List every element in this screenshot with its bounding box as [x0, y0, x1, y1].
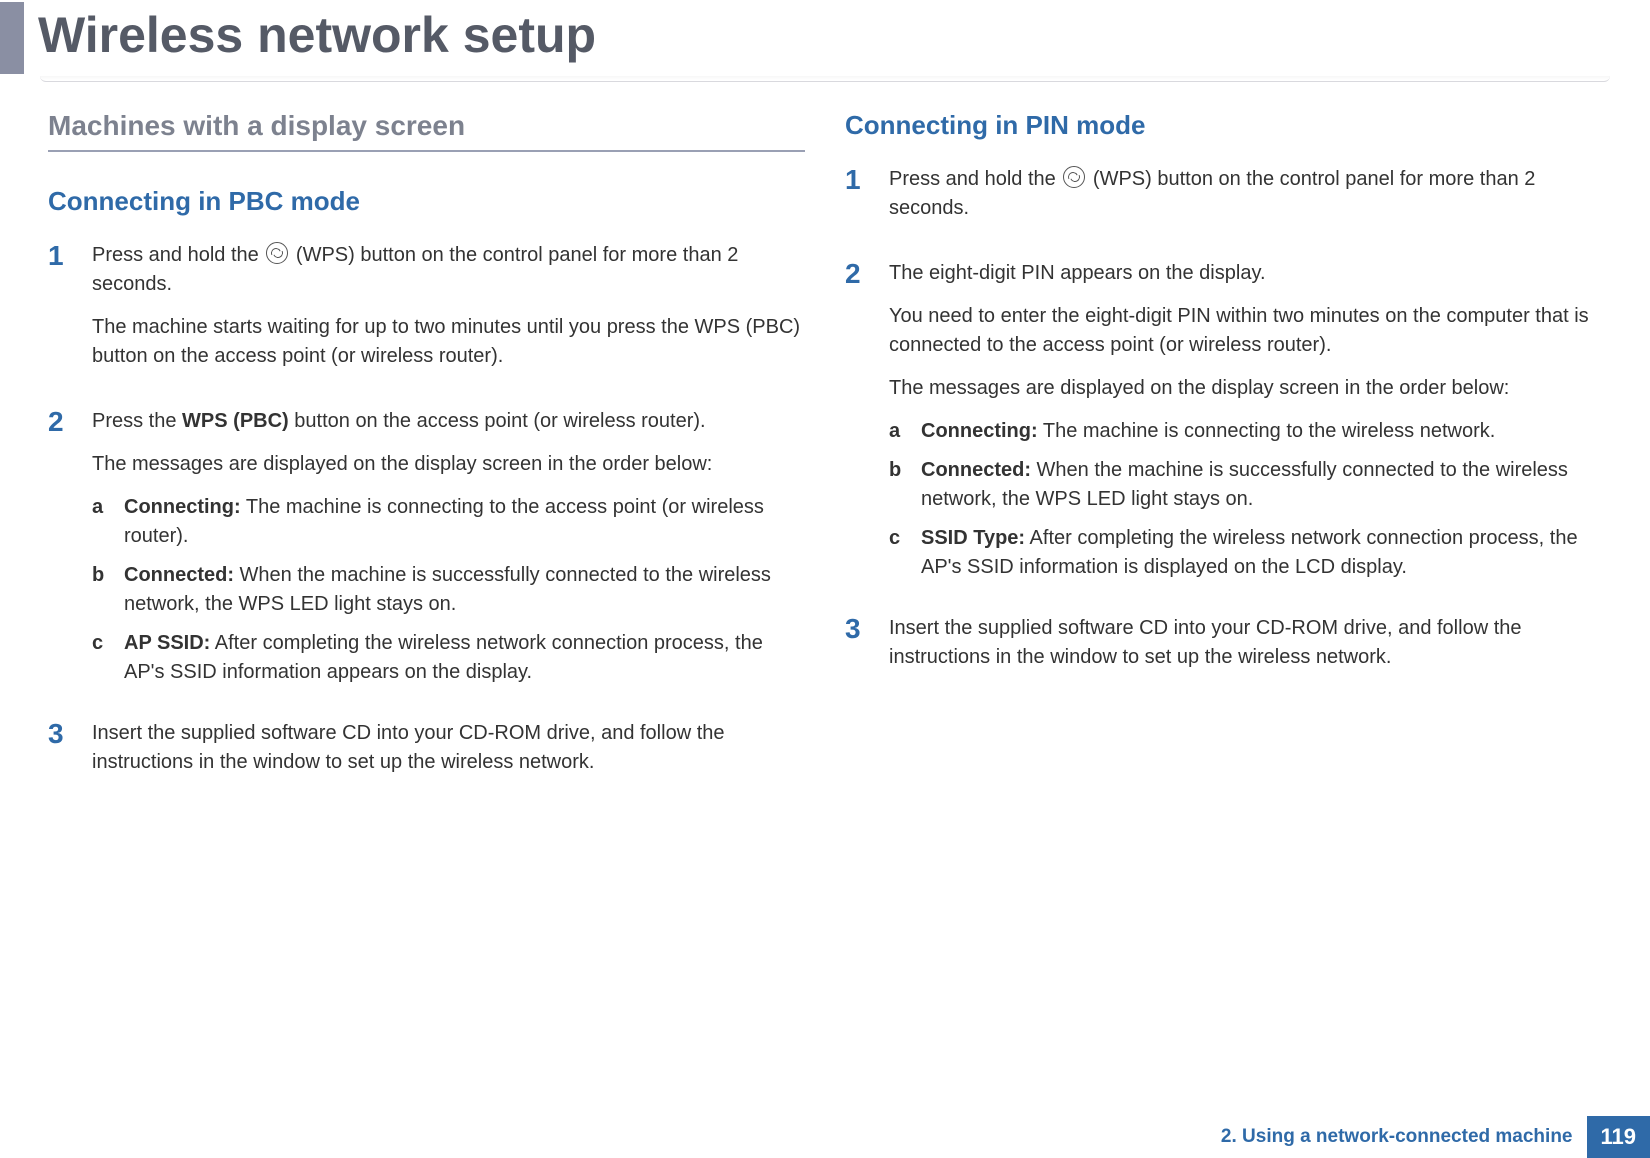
step-item: 1 Press and hold the (WPS) button on the… [48, 241, 805, 385]
page-title: Wireless network setup [24, 0, 596, 76]
sub-text: Connecting: The machine is connecting to… [124, 493, 805, 551]
document-page: Wireless network setup Machines with a d… [0, 0, 1650, 1158]
footer-chapter: 2. Using a network-connected machine [1221, 1116, 1587, 1158]
sub-text: Connecting: The machine is connecting to… [921, 417, 1602, 446]
sub-label: a [889, 417, 921, 446]
step-item: 3 Insert the supplied software CD into y… [48, 719, 805, 791]
sub-text: AP SSID: After completing the wireless n… [124, 629, 805, 687]
term: AP SSID: [124, 632, 210, 654]
section-heading: Machines with a display screen [48, 110, 805, 152]
header-accent-tab [0, 2, 24, 74]
step-body: Insert the supplied software CD into you… [889, 614, 1602, 686]
right-column: Connecting in PIN mode 1 Press and hold … [845, 110, 1602, 1158]
content-columns: Machines with a display screen Connectin… [0, 82, 1650, 1158]
left-column: Machines with a display screen Connectin… [48, 110, 805, 1158]
step-text: The messages are displayed on the displa… [889, 374, 1602, 403]
sub-label: b [92, 561, 124, 619]
step-number: 2 [48, 407, 92, 697]
bold-text: WPS (PBC) [182, 410, 289, 432]
text-fragment: Press and hold the [92, 244, 264, 266]
sub-label: c [92, 629, 124, 687]
text-fragment: Press and hold the [889, 168, 1061, 190]
step-number: 2 [845, 259, 889, 592]
step-text: The messages are displayed on the displa… [92, 450, 805, 479]
step-number: 3 [845, 614, 889, 686]
step-body: Insert the supplied software CD into you… [92, 719, 805, 791]
step-body: Press and hold the (WPS) button on the c… [889, 165, 1602, 237]
term: Connecting: [124, 496, 241, 518]
text-fragment: After completing the wireless network co… [124, 632, 763, 683]
text-fragment: The machine is connecting to the wireles… [1038, 420, 1496, 442]
wps-icon [1063, 166, 1085, 188]
step-text: Insert the supplied software CD into you… [92, 719, 805, 777]
step-number: 1 [48, 241, 92, 385]
step-body: Press and hold the (WPS) button on the c… [92, 241, 805, 385]
step-text: Press and hold the (WPS) button on the c… [92, 241, 805, 299]
step-text: The eight-digit PIN appears on the displ… [889, 259, 1602, 288]
sub-text: Connected: When the machine is successfu… [124, 561, 805, 619]
step-item: 3 Insert the supplied software CD into y… [845, 614, 1602, 686]
term: Connected: [921, 459, 1031, 481]
sub-item: b Connected: When the machine is success… [92, 561, 805, 619]
sub-item: c SSID Type: After completing the wirele… [889, 524, 1602, 582]
step-number: 3 [48, 719, 92, 791]
step-text: Press the WPS (PBC) button on the access… [92, 407, 805, 436]
sub-item: c AP SSID: After completing the wireless… [92, 629, 805, 687]
sub-list: a Connecting: The machine is connecting … [92, 493, 805, 687]
step-body: The eight-digit PIN appears on the displ… [889, 259, 1602, 592]
text-fragment: button on the access point (or wireless … [289, 410, 706, 432]
sub-list: a Connecting: The machine is connecting … [889, 417, 1602, 582]
page-header: Wireless network setup [0, 0, 1650, 76]
sub-item: b Connected: When the machine is success… [889, 456, 1602, 514]
sub-label: a [92, 493, 124, 551]
step-text: Press and hold the (WPS) button on the c… [889, 165, 1602, 223]
step-item: 2 Press the WPS (PBC) button on the acce… [48, 407, 805, 697]
term: Connected: [124, 564, 234, 586]
term: SSID Type: [921, 527, 1025, 549]
sub-text: Connected: When the machine is successfu… [921, 456, 1602, 514]
sub-label: b [889, 456, 921, 514]
step-text: Insert the supplied software CD into you… [889, 614, 1602, 672]
step-body: Press the WPS (PBC) button on the access… [92, 407, 805, 697]
sub-item: a Connecting: The machine is connecting … [92, 493, 805, 551]
wps-icon [266, 242, 288, 264]
term: Connecting: [921, 420, 1038, 442]
step-item: 1 Press and hold the (WPS) button on the… [845, 165, 1602, 237]
footer-page-number: 119 [1587, 1116, 1650, 1158]
step-text: You need to enter the eight-digit PIN wi… [889, 302, 1602, 360]
sub-label: c [889, 524, 921, 582]
step-text: The machine starts waiting for up to two… [92, 313, 805, 371]
subheading-pin: Connecting in PIN mode [845, 110, 1602, 141]
step-number: 1 [845, 165, 889, 237]
subheading-pbc: Connecting in PBC mode [48, 186, 805, 217]
text-fragment: Press the [92, 410, 182, 432]
sub-text: SSID Type: After completing the wireless… [921, 524, 1602, 582]
page-footer: 2. Using a network-connected machine 119 [1221, 1116, 1650, 1158]
sub-item: a Connecting: The machine is connecting … [889, 417, 1602, 446]
step-item: 2 The eight-digit PIN appears on the dis… [845, 259, 1602, 592]
